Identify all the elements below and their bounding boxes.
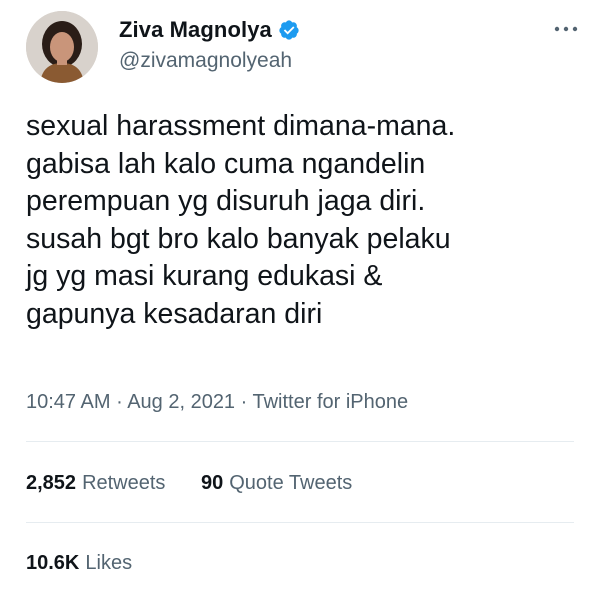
tweet-text: sexual harassment dimana-mana. gabisa la… [26, 108, 586, 333]
tweet-source[interactable]: Twitter for iPhone [252, 391, 408, 413]
tweet-metadata: 10:47 AM · Aug 2, 2021 · Twitter for iPh… [26, 391, 408, 414]
quote-tweets-label: Quote Tweets [229, 472, 353, 494]
engagement-stats: 2,852 Retweets 90 Quote Tweets [26, 472, 382, 495]
likes-count: 10.6K [26, 552, 80, 574]
more-horizontal-icon[interactable] [552, 19, 580, 39]
quote-tweets-count: 90 [201, 472, 224, 494]
quote-tweets-stat[interactable]: 90 Quote Tweets [201, 472, 352, 495]
tweet-text-line: sexual harassment dimana-mana. [26, 110, 456, 142]
retweets-count: 2,852 [26, 472, 77, 494]
display-name[interactable]: Ziva Magnolya [119, 17, 272, 43]
tweet-text-line: gapunya kesadaran diri [26, 297, 323, 330]
name-row: Ziva Magnolya [119, 16, 300, 44]
meta-separator: · [235, 391, 253, 413]
avatar[interactable] [26, 11, 98, 83]
verified-badge-icon [278, 19, 300, 41]
tweet-text-line: gabisa lah kalo cuma ngandelin [26, 147, 426, 180]
retweets-label: Retweets [82, 472, 166, 494]
avatar-image [26, 11, 98, 83]
likes-stats: 10.6K Likes [26, 552, 162, 575]
tweet-time[interactable]: 10:47 AM [26, 391, 111, 413]
author-info: Ziva Magnolya @zivamagnolyeah [119, 16, 300, 73]
username-handle[interactable]: @zivamagnolyeah [119, 49, 300, 73]
likes-label: Likes [85, 552, 133, 574]
divider [26, 441, 574, 442]
meta-separator: · [110, 391, 128, 413]
tweet-date[interactable]: Aug 2, 2021 [127, 391, 235, 413]
retweets-stat[interactable]: 2,852 Retweets [26, 472, 165, 495]
tweet-text-line: susah bgt bro kalo banyak pelaku [26, 222, 451, 255]
tweet-text-line: jg yg masi kurang edukasi & [26, 260, 383, 292]
likes-stat[interactable]: 10.6K Likes [26, 552, 132, 575]
tweet-text-line: perempuan yg disuruh jaga diri. [26, 185, 426, 217]
tweet-header: Ziva Magnolya @zivamagnolyeah [26, 11, 586, 83]
divider [26, 522, 574, 523]
tweet-card: Ziva Magnolya @zivamagnolyeah sexual har… [0, 0, 600, 599]
